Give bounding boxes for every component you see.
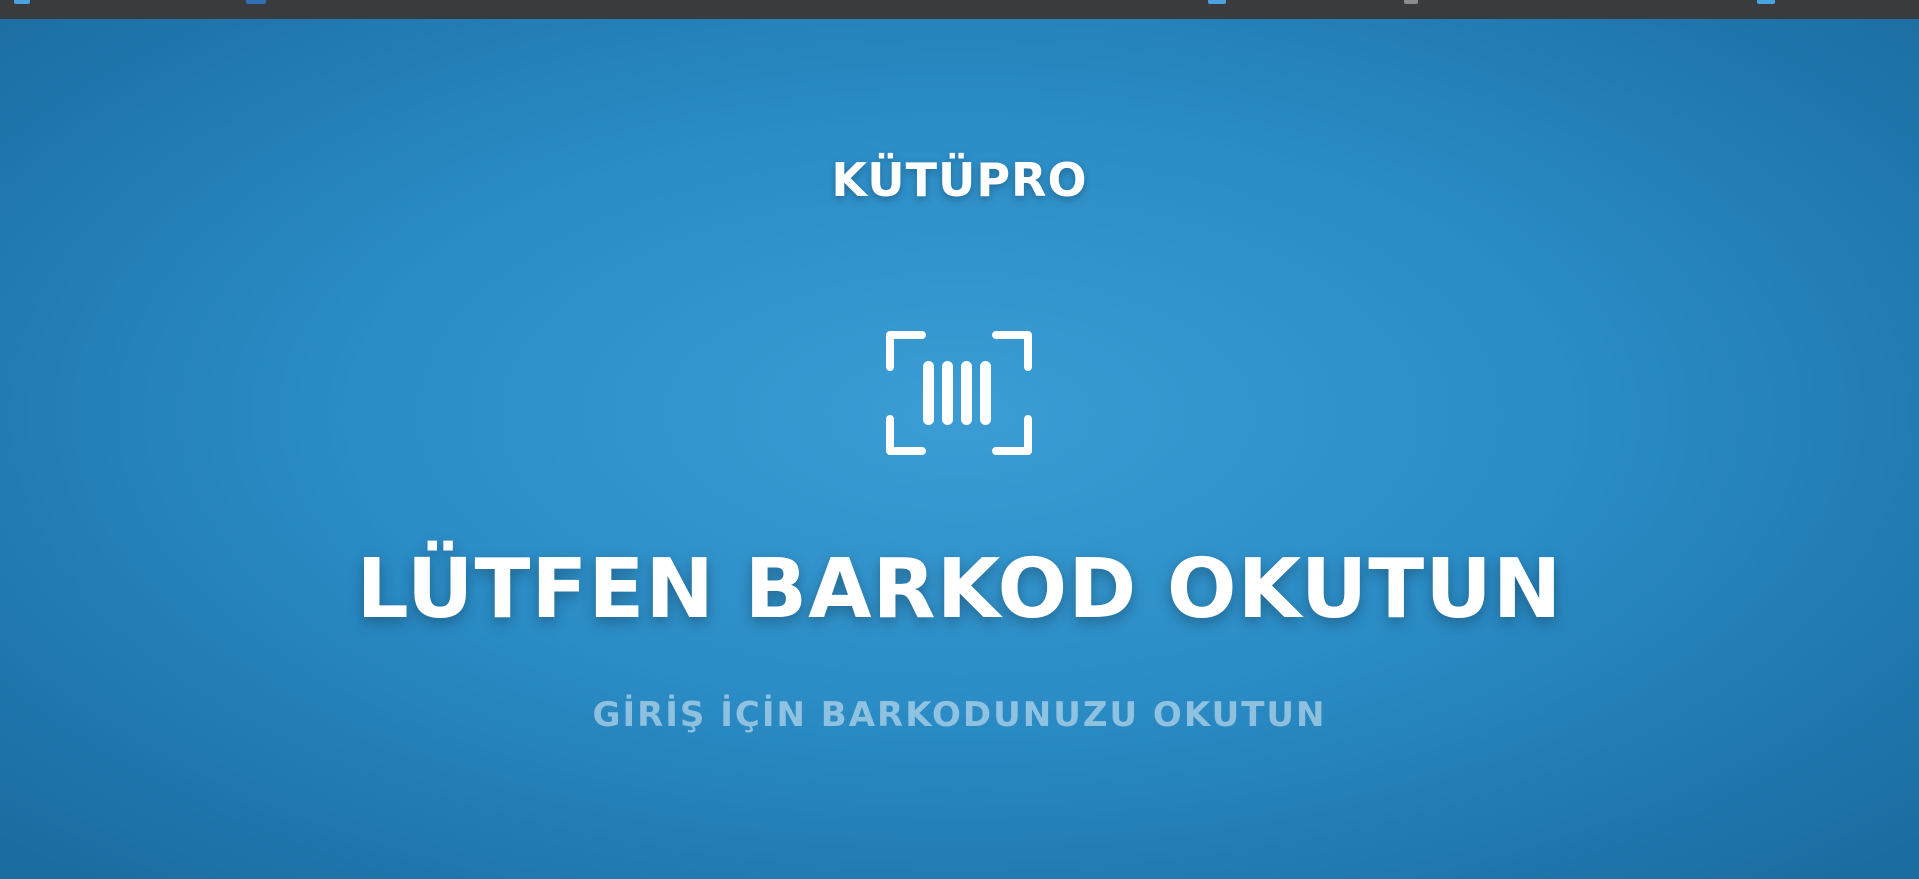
tab-favicon[interactable] <box>1208 0 1226 4</box>
barcode-scan-icon <box>886 331 1032 455</box>
tab-favicon[interactable] <box>1404 0 1418 4</box>
tab-favicon[interactable] <box>246 0 266 4</box>
brand-title: KÜTÜPRO <box>831 153 1088 207</box>
scan-prompt-headline: LÜTFEN BARKOD OKUTUN <box>356 542 1563 637</box>
browser-top-bar <box>0 0 1919 19</box>
tab-favicon[interactable] <box>1757 0 1775 4</box>
scan-prompt-subtitle: GİRİŞ İÇİN BARKODUNUZU OKUTUN <box>592 695 1327 735</box>
tab-favicon[interactable] <box>14 0 30 4</box>
